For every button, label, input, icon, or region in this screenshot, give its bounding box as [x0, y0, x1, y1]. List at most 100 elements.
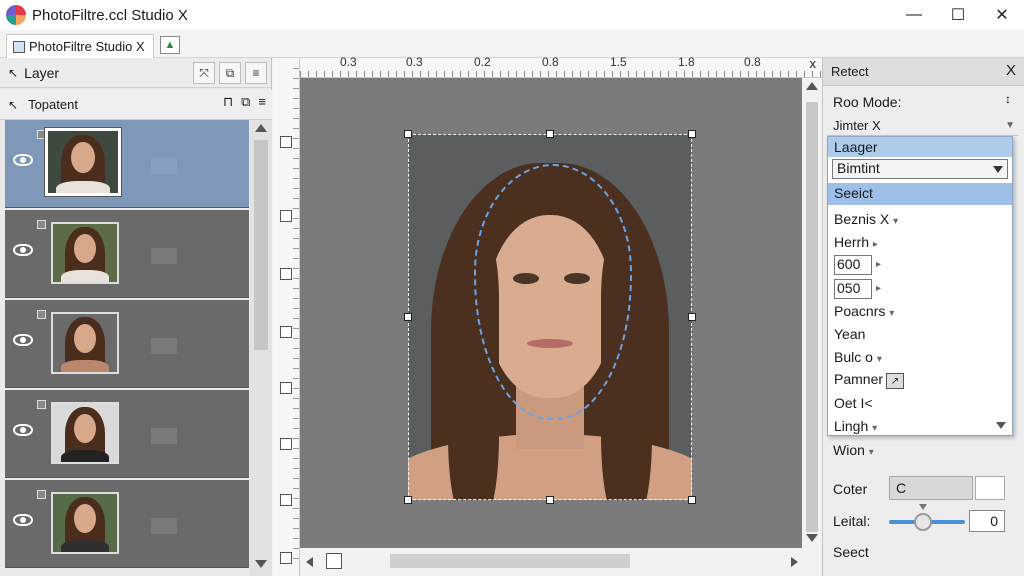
layer-thumbnail	[51, 312, 119, 374]
resize-handle-top-right[interactable]	[688, 130, 696, 138]
resize-handle-bottom-right[interactable]	[688, 496, 696, 504]
layers-panel-header: ↖ Layer ⤧ ⧉ ≡	[0, 58, 271, 88]
guide-marker-icon[interactable]	[280, 552, 292, 564]
visibility-eye-icon[interactable]	[13, 514, 33, 526]
leftal-value-input[interactable]: 0	[969, 510, 1005, 532]
image-icon	[13, 40, 25, 53]
popup-item-lingh[interactable]: Lingh ▾	[834, 418, 877, 434]
popup-item-beznis[interactable]: Beznis X ▾	[834, 211, 898, 227]
ruler-label: 0.2	[474, 55, 491, 69]
seect-label[interactable]: Seect	[833, 544, 869, 560]
resize-handle-bottom[interactable]	[546, 496, 554, 504]
options-icon[interactable]: ≡	[258, 94, 266, 110]
popup-item-pamner[interactable]: Pamner	[834, 371, 883, 387]
popup-item-bulc[interactable]: Bulc o ▾	[834, 349, 882, 365]
layer-row-1[interactable]	[5, 120, 249, 208]
mode-dropdown[interactable]: Jimter X ▼	[827, 118, 1019, 136]
number-input-1[interactable]: 600	[834, 255, 872, 275]
layer-flag-icon	[37, 310, 46, 319]
properties-panel: Retect X Roo Mode: ↕ Jimter X ▼ Laager B…	[822, 58, 1024, 576]
maximize-button[interactable]: ☐	[936, 0, 980, 30]
popup-item-herrh[interactable]: Herrh ▸	[834, 234, 878, 250]
duplicate-layer-icon[interactable]: ⧉	[219, 62, 241, 84]
scroll-up-icon[interactable]	[806, 82, 818, 90]
visibility-eye-icon[interactable]	[13, 244, 33, 256]
resize-handle-left[interactable]	[404, 313, 412, 321]
blend-combo-value: Bimtint	[837, 160, 880, 176]
visibility-eye-icon[interactable]	[13, 334, 33, 346]
chevron-down-icon[interactable]	[996, 422, 1006, 429]
lock-layer-icon[interactable]: ⊓	[223, 94, 233, 110]
guide-marker-icon[interactable]	[280, 136, 292, 148]
blend-chip	[151, 158, 177, 174]
scroll-down-icon[interactable]	[806, 534, 818, 542]
scroll-thumb[interactable]	[806, 102, 818, 532]
scroll-right-icon[interactable]	[791, 557, 798, 567]
layer-row-2[interactable]	[5, 210, 249, 298]
guide-marker-icon[interactable]	[280, 210, 292, 222]
scroll-thumb[interactable]	[254, 140, 268, 350]
ruler-ticks	[300, 71, 822, 77]
panel-close-button[interactable]: X	[1006, 62, 1016, 79]
menu-icon[interactable]: ≡	[245, 62, 267, 84]
close-button[interactable]: ✕	[980, 0, 1024, 30]
popup-item-yean[interactable]: Yean	[834, 326, 865, 342]
fit-frame-icon[interactable]	[326, 553, 342, 569]
layer-row-4[interactable]	[5, 390, 249, 478]
ruler-label: 1.5	[610, 55, 627, 69]
popup-item-layer[interactable]: Laager	[834, 139, 878, 155]
link-icon[interactable]: ↗	[886, 373, 904, 389]
popup-item-oet[interactable]: Oet I<	[834, 395, 873, 411]
ruler-close-button[interactable]: x	[810, 56, 817, 71]
vertical-ruler	[274, 58, 300, 576]
scroll-left-icon[interactable]	[306, 557, 313, 567]
ruler-label: 0.8	[744, 55, 761, 69]
pin-icon[interactable]: ↕	[1005, 92, 1011, 106]
window-title: PhotoFiltre.ccl Studio X	[32, 6, 188, 24]
resize-handle-top-left[interactable]	[404, 130, 412, 138]
guide-marker-icon[interactable]	[280, 494, 292, 506]
blend-combo[interactable]: Bimtint	[832, 159, 1008, 179]
leftal-slider-knob[interactable]	[914, 513, 933, 531]
scroll-up-icon[interactable]	[255, 124, 267, 132]
visibility-eye-icon[interactable]	[13, 424, 33, 436]
canvas-horizontal-scrollbar[interactable]	[300, 548, 822, 576]
color-swatch[interactable]	[975, 476, 1005, 500]
canvas-vertical-scrollbar[interactable]	[802, 78, 822, 548]
blend-chip	[151, 248, 177, 264]
document-tab-strip: PhotoFiltre Studio X ▲	[0, 30, 1024, 58]
scroll-down-icon[interactable]	[255, 560, 267, 568]
arrow-right-icon: ▸	[876, 283, 882, 294]
layers-subheader-label: Topatent	[28, 97, 78, 112]
resize-handle-right[interactable]	[688, 313, 696, 321]
guide-marker-icon[interactable]	[280, 382, 292, 394]
layers-panel-title: Layer	[24, 64, 60, 81]
blend-chip	[151, 338, 177, 354]
image-canvas[interactable]	[300, 78, 802, 548]
options-popup[interactable]: Laager Bimtint Seeict Beznis X ▾ Herrh ▸…	[827, 136, 1013, 436]
wion-label[interactable]: Wion ▾	[833, 442, 874, 458]
coter-label: Coter	[833, 481, 868, 497]
popup-item-select[interactable]: Seeict	[834, 185, 873, 201]
resize-handle-top[interactable]	[546, 130, 554, 138]
minimize-button[interactable]: —	[892, 0, 936, 30]
document-tab[interactable]: PhotoFiltre Studio X	[6, 34, 154, 58]
transform-tool-icon[interactable]: ⤧	[193, 62, 215, 84]
guide-marker-icon[interactable]	[280, 268, 292, 280]
layer-row-5[interactable]	[5, 480, 249, 568]
visibility-eye-icon[interactable]	[13, 154, 33, 166]
arrow-right-icon: ▸	[876, 259, 882, 270]
number-input-2[interactable]: 050	[834, 279, 872, 299]
new-tab-icon[interactable]: ▲	[160, 36, 180, 54]
guide-marker-icon[interactable]	[280, 438, 292, 450]
layers-scrollbar[interactable]	[250, 120, 272, 576]
color-input[interactable]: C	[889, 476, 973, 500]
transform-bounding-box[interactable]	[408, 134, 692, 500]
resize-handle-bottom-left[interactable]	[404, 496, 412, 504]
guide-marker-icon[interactable]	[280, 326, 292, 338]
scroll-thumb[interactable]	[390, 554, 630, 568]
layer-row-3[interactable]	[5, 300, 249, 388]
ruler-label: 0.3	[406, 55, 423, 69]
new-layer-icon[interactable]: ⧉	[241, 94, 250, 110]
popup-item-poacnrs[interactable]: Poacnrs ▾	[834, 303, 894, 319]
